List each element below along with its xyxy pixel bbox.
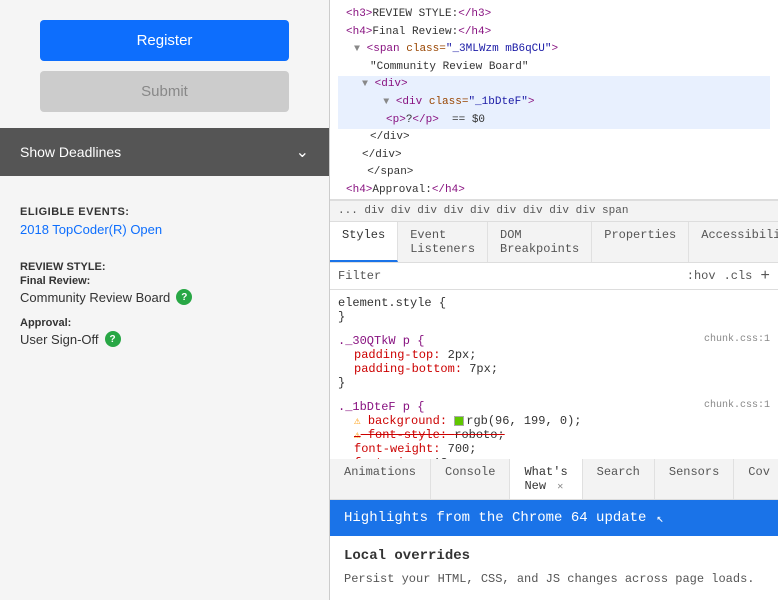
devtools-styles-tabs: Styles Event Listeners DOM Breakpoints P… bbox=[330, 222, 778, 263]
css-rule-1bDteF: ._1bDteF p { chunk.css:1 ⚠ background: r… bbox=[338, 400, 770, 459]
approval-row: User Sign-Off ? bbox=[20, 331, 309, 347]
css-rule-30QTkW: ._30QTkW p { chunk.css:1 padding-top: 2p… bbox=[338, 334, 770, 390]
filter-label: Filter bbox=[338, 269, 381, 283]
html-line: </div> bbox=[338, 147, 770, 165]
tab-event-listeners[interactable]: Event Listeners bbox=[398, 222, 488, 262]
final-review-label: Final Review: bbox=[20, 275, 309, 287]
html-source-view: <h3>REVIEW STYLE:</h3> <h4>Final Review:… bbox=[330, 0, 778, 200]
eligible-events-title: ELIGIBLE EVENTS: bbox=[20, 206, 309, 218]
final-review-row: Community Review Board ? bbox=[20, 289, 309, 305]
whats-new-close-icon[interactable]: ✕ bbox=[557, 482, 563, 493]
devtools-panel: <h3>REVIEW STYLE:</h3> <h4>Final Review:… bbox=[330, 0, 778, 600]
tab-coverage[interactable]: Cov bbox=[734, 459, 778, 499]
tab-console[interactable]: Console bbox=[431, 459, 510, 499]
html-line: <h4>Approval:</h4> bbox=[338, 182, 770, 200]
filter-bar: Filter :hov .cls + bbox=[330, 263, 778, 290]
review-style-section: REVIEW STYLE: Final Review: Community Re… bbox=[20, 261, 309, 359]
local-overrides-title: Local overrides bbox=[344, 548, 764, 564]
html-line: ▼ <div class="_1bDteF"> bbox=[338, 94, 770, 112]
tab-dom-breakpoints[interactable]: DOM Breakpoints bbox=[488, 222, 592, 262]
final-review-info-badge[interactable]: ? bbox=[176, 289, 192, 305]
eligible-events-value[interactable]: 2018 TopCoder(R) Open bbox=[20, 222, 309, 237]
whats-new-panel: Highlights from the Chrome 64 update ↖ bbox=[330, 500, 778, 536]
tab-animations[interactable]: Animations bbox=[330, 459, 431, 499]
tab-properties[interactable]: Properties bbox=[592, 222, 689, 262]
tab-styles[interactable]: Styles bbox=[330, 222, 398, 262]
css-rule-element-style: element.style { } bbox=[338, 296, 770, 324]
filter-plus-button[interactable]: + bbox=[760, 267, 770, 285]
show-deadlines-bar[interactable]: Show Deadlines ⌄ bbox=[0, 128, 329, 176]
tab-sensors[interactable]: Sensors bbox=[655, 459, 734, 499]
filter-hov[interactable]: :hov bbox=[687, 269, 716, 283]
styles-panel: Filter :hov .cls + element.style { } ._3… bbox=[330, 263, 778, 459]
whats-new-text: Highlights from the Chrome 64 update bbox=[344, 510, 646, 526]
approval-label: Approval: bbox=[20, 317, 309, 329]
submit-button[interactable]: Submit bbox=[40, 71, 289, 112]
html-line: ▼ <span class="_3MLWzm mB6qCU"> bbox=[338, 41, 770, 59]
html-line: "Community Review Board" bbox=[338, 59, 770, 77]
approval-value: User Sign-Off bbox=[20, 332, 99, 347]
html-line: </span> bbox=[338, 164, 770, 182]
local-overrides-desc: Persist your HTML, CSS, and JS changes a… bbox=[344, 570, 764, 588]
html-line: </div> bbox=[338, 129, 770, 147]
left-panel: Register Submit Show Deadlines ⌄ ELIGIBL… bbox=[0, 0, 330, 600]
bottom-tabs: Animations Console What's New ✕ Search S… bbox=[330, 459, 778, 500]
local-overrides-section: Local overrides Persist your HTML, CSS, … bbox=[330, 536, 778, 600]
chevron-down-icon: ⌄ bbox=[296, 142, 309, 162]
html-line: <h4>Final Review:</h4> bbox=[338, 24, 770, 42]
tab-accessibility[interactable]: Accessibility bbox=[689, 222, 778, 262]
color-swatch bbox=[454, 416, 464, 426]
register-button[interactable]: Register bbox=[40, 20, 289, 61]
css-rules: element.style { } ._30QTkW p { chunk.css… bbox=[330, 290, 778, 459]
html-line: <p>?</p> == $0 bbox=[338, 112, 770, 130]
breadcrumb-bar: ... div div div div div div div div div … bbox=[330, 200, 778, 222]
filter-input[interactable] bbox=[389, 269, 679, 283]
show-deadlines-label: Show Deadlines bbox=[20, 144, 121, 160]
tab-whats-new[interactable]: What's New ✕ bbox=[510, 459, 582, 499]
final-review-value: Community Review Board bbox=[20, 290, 170, 305]
tab-search[interactable]: Search bbox=[583, 459, 655, 499]
review-style-title: REVIEW STYLE: bbox=[20, 261, 309, 273]
approval-info-badge[interactable]: ? bbox=[105, 331, 121, 347]
html-line: ▼ <div> bbox=[338, 76, 770, 94]
html-line: <h3>REVIEW STYLE:</h3> bbox=[338, 6, 770, 24]
filter-cls[interactable]: .cls bbox=[724, 269, 753, 283]
cursor-icon: ↖ bbox=[656, 511, 663, 526]
